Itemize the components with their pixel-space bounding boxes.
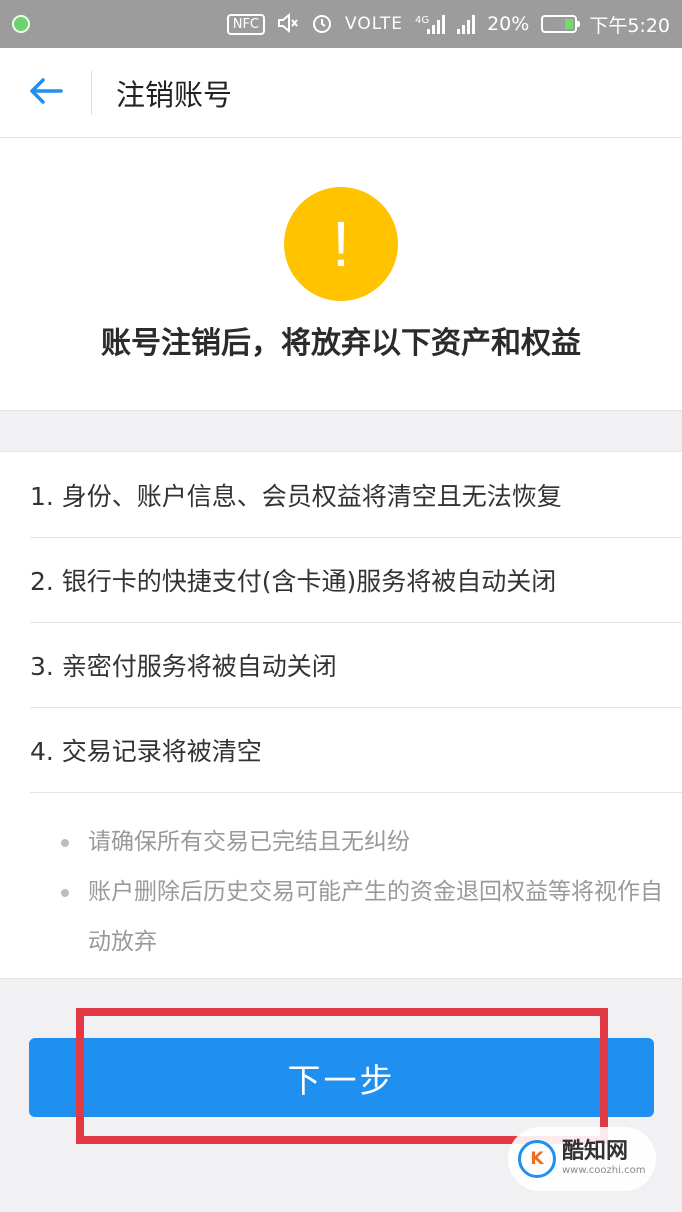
header: 注销账号: [0, 48, 682, 138]
signal-icon-2: [457, 14, 476, 34]
mute-icon: [277, 12, 299, 36]
watermark-name: 酷知网: [562, 1139, 629, 1164]
nfc-icon: NFC: [226, 13, 265, 35]
consequence-list: 1. 身份、账户信息、会员权益将清空且无法恢复 2. 银行卡的快捷支付(含卡通)…: [0, 451, 682, 979]
list-item: 2. 银行卡的快捷支付(含卡通)服务将被自动关闭: [30, 537, 682, 623]
network-type-label: 4G: [414, 15, 430, 26]
watermark: K 酷知网 www.coozhi.com: [508, 1127, 656, 1191]
back-button[interactable]: [0, 48, 92, 138]
notification-icon: [12, 15, 30, 33]
list-item: 3. 亲密付服务将被自动关闭: [30, 622, 682, 708]
watermark-url: www.coozhi.com: [562, 1165, 646, 1176]
volte-label: VOLTE: [345, 14, 403, 34]
status-icons: NFC VOLTE 4G 20% 下午5:20: [226, 11, 670, 38]
signal-icon: [427, 14, 446, 34]
battery-icon: [541, 15, 581, 33]
battery-percent: 20%: [487, 13, 530, 35]
back-arrow-icon: [29, 77, 63, 109]
watermark-logo-icon: K: [518, 1140, 556, 1178]
list-item: 1. 身份、账户信息、会员权益将清空且无法恢复: [30, 452, 682, 538]
status-bar: NFC VOLTE 4G 20% 下午5:20: [0, 0, 682, 48]
page-title: 注销账号: [116, 77, 233, 112]
status-time: 下午5:20: [589, 14, 670, 37]
alarm-icon: [311, 12, 333, 37]
note-item: 请确保所有交易已完结且无纠纷: [58, 817, 672, 867]
next-step-button[interactable]: 下一步: [29, 1038, 654, 1117]
notes-list: 请确保所有交易已完结且无纠纷 账户删除后历史交易可能产生的资金退回权益等将视作自…: [58, 817, 672, 967]
list-item: 4. 交易记录将被清空: [30, 707, 682, 793]
note-item: 账户删除后历史交易可能产生的资金退回权益等将视作自动放弃: [58, 867, 672, 967]
warning-section: ! 账号注销后，将放弃以下资产和权益: [0, 138, 682, 411]
warning-icon: !: [284, 187, 398, 301]
warning-title: 账号注销后，将放弃以下资产和权益: [101, 326, 581, 361]
